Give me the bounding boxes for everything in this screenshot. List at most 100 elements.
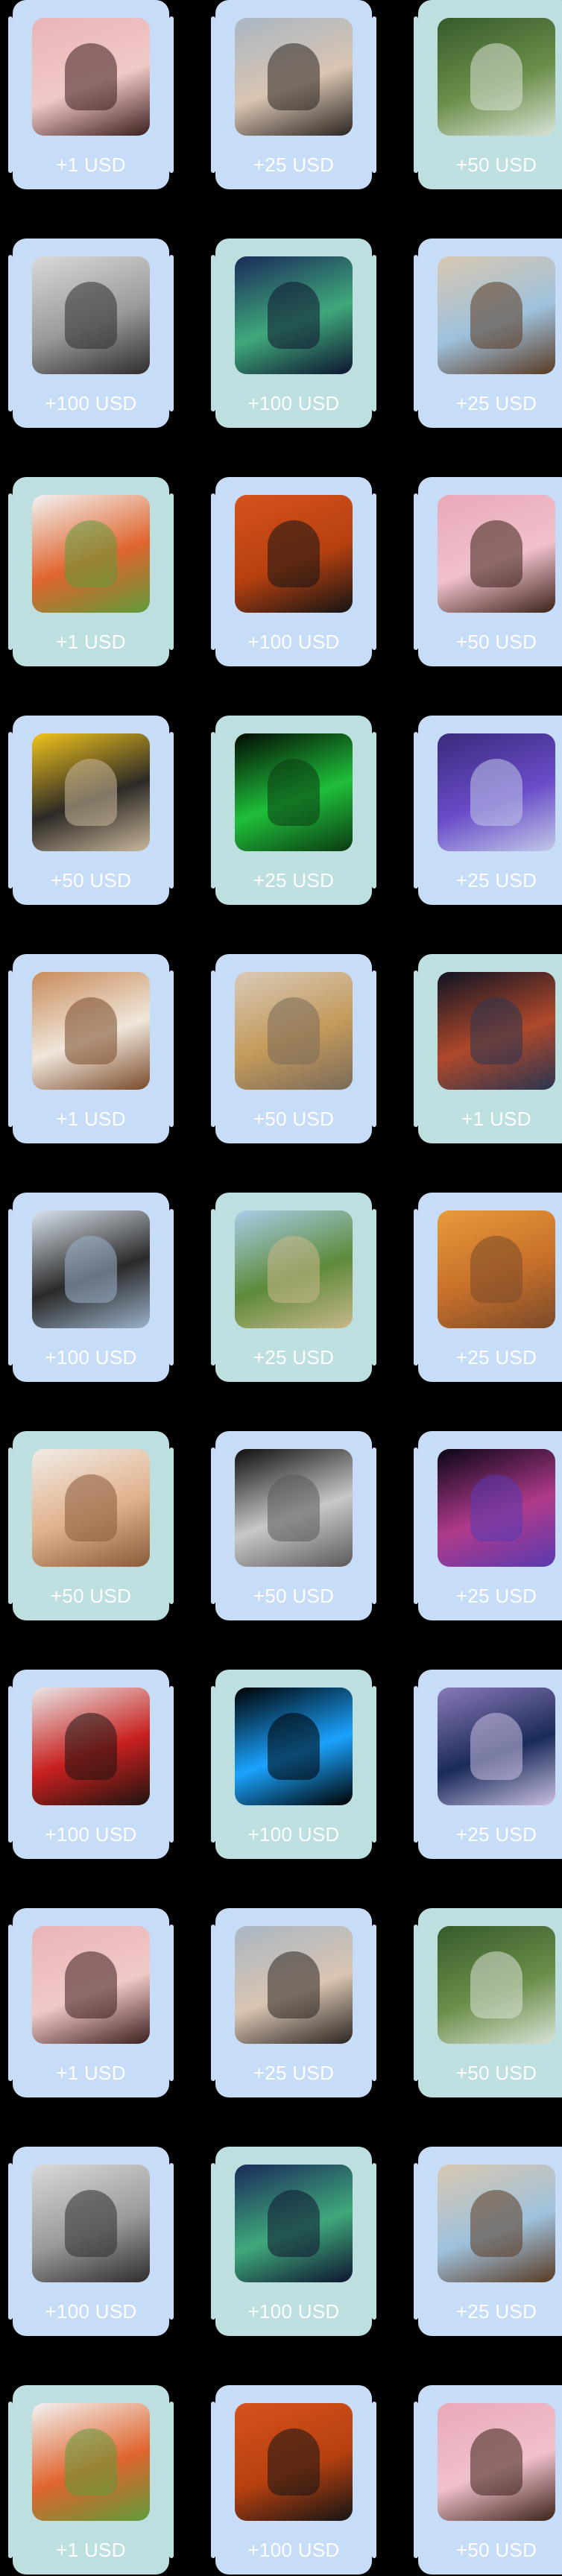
image-subject (268, 1951, 320, 2018)
vr-gamer-neon-image (438, 733, 555, 851)
reward-amount-label: +50 USD (50, 1585, 132, 1607)
reward-amount-label: +50 USD (455, 2539, 537, 2561)
reward-card[interactable]: +25 USD (414, 239, 562, 428)
reward-card[interactable]: +100 USD (211, 2147, 376, 2336)
image-subject (65, 997, 117, 1064)
reward-amount-label: +50 USD (253, 1585, 335, 1607)
image-subject (65, 520, 117, 587)
reward-card[interactable]: +25 USD (414, 2147, 562, 2336)
image-subject (65, 282, 117, 349)
reward-card[interactable]: +1 USD (8, 2385, 174, 2575)
reward-card[interactable]: +100 USD (8, 2147, 174, 2336)
reward-card[interactable]: +100 USD (211, 2385, 376, 2575)
girl-curly-hair-pink-image (438, 495, 555, 613)
man-silhouette-orange-image (235, 2403, 353, 2521)
image-subject (268, 997, 320, 1064)
salad-bowl-image (32, 2403, 150, 2521)
reward-card[interactable]: +25 USD (414, 716, 562, 905)
reward-card[interactable]: +50 USD (414, 477, 562, 666)
reward-card[interactable]: +50 USD (414, 2385, 562, 2575)
reward-card[interactable]: +50 USD (414, 1908, 562, 2097)
image-subject (470, 43, 522, 110)
reward-card[interactable]: +100 USD (8, 1193, 174, 1382)
image-subject (268, 2190, 320, 2257)
salad-bowl-image (32, 495, 150, 613)
man-bw-portrait-dark-image (235, 1449, 353, 1567)
reward-amount-label: +25 USD (455, 392, 537, 414)
image-subject (268, 2428, 320, 2496)
reward-amount-label: +25 USD (455, 1585, 537, 1607)
nebula-pink-image (438, 1449, 555, 1567)
reward-card[interactable]: +100 USD (211, 1670, 376, 1859)
reward-card[interactable]: +1 USD (8, 1908, 174, 2097)
desert-zebras-sunset-image (438, 1210, 555, 1328)
reward-amount-label: +100 USD (247, 631, 340, 653)
aurora-mountain-lake-image (235, 2165, 353, 2282)
reward-card[interactable]: +100 USD (8, 1670, 174, 1859)
image-subject (268, 520, 320, 587)
reward-card[interactable]: +25 USD (414, 1193, 562, 1382)
reward-card[interactable]: +25 USD (414, 1431, 562, 1620)
tree-savanna-image (235, 1210, 353, 1328)
girl-curly-hair-pink-image (438, 2403, 555, 2521)
matrix-code-image (235, 733, 353, 851)
image-subject (470, 2428, 522, 2496)
woman-portrait-pink-image (32, 18, 150, 136)
reward-card[interactable]: +25 USD (211, 1908, 376, 2097)
reward-card[interactable]: +100 USD (211, 239, 376, 428)
man-sitting-circle-window-image (438, 2165, 555, 2282)
reward-card[interactable]: +50 USD (211, 954, 376, 1143)
reward-card[interactable]: +25 USD (414, 1670, 562, 1859)
reward-amount-label: +50 USD (50, 869, 132, 891)
reward-card[interactable]: +1 USD (414, 954, 562, 1143)
reward-amount-label: +50 USD (253, 1108, 335, 1130)
reward-card[interactable]: +50 USD (8, 716, 174, 905)
reward-amount-label: +100 USD (45, 392, 137, 414)
reward-card[interactable]: +25 USD (211, 1193, 376, 1382)
reward-card[interactable]: +100 USD (8, 239, 174, 428)
reward-card[interactable]: +25 USD (211, 716, 376, 905)
reward-amount-label: +100 USD (247, 392, 340, 414)
image-subject (65, 759, 117, 826)
avatar-placeholder-image (235, 1688, 353, 1805)
reward-amount-label: +100 USD (247, 2300, 340, 2323)
aurora-mountain-lake-image (235, 256, 353, 374)
reward-amount-label: +25 USD (253, 154, 335, 176)
man-smiling-bw-image (32, 256, 150, 374)
reward-amount-label: +50 USD (455, 2062, 537, 2084)
woman-sunglasses-excited-image (235, 1926, 353, 2044)
planet-space-image (438, 972, 555, 1090)
reward-amount-label: +1 USD (56, 631, 126, 653)
image-subject (65, 1236, 117, 1303)
reward-amount-label: +25 USD (253, 869, 335, 891)
image-subject (470, 997, 522, 1064)
reward-amount-label: +25 USD (455, 1346, 537, 1368)
reward-card[interactable]: +50 USD (414, 0, 562, 189)
reward-card[interactable]: +50 USD (8, 1431, 174, 1620)
reward-card[interactable]: +50 USD (211, 1431, 376, 1620)
woman-sunglasses-excited-image (235, 18, 353, 136)
woman-portrait-pink-image (32, 1926, 150, 2044)
image-subject (268, 1236, 320, 1303)
waterfall-forest-image (438, 1926, 555, 2044)
reward-card[interactable]: +25 USD (211, 0, 376, 189)
image-subject (65, 1951, 117, 2018)
reward-amount-label: +100 USD (45, 1823, 137, 1846)
reward-amount-label: +1 USD (56, 154, 126, 176)
reward-card[interactable]: +100 USD (211, 477, 376, 666)
reward-card[interactable]: +1 USD (8, 0, 174, 189)
woman-blonde-portrait-image (235, 972, 353, 1090)
reward-amount-label: +25 USD (455, 2300, 537, 2323)
image-subject (470, 1474, 522, 1541)
image-subject (268, 1474, 320, 1541)
reward-amount-label: +25 USD (253, 1346, 335, 1368)
man-silhouette-orange-image (235, 495, 353, 613)
reward-card-grid: +1 USD +25 USD +50 USD +100 USD +100 USD +25 … (0, 0, 562, 2576)
reward-amount-label: +1 USD (461, 1108, 531, 1130)
reward-card[interactable]: +1 USD (8, 477, 174, 666)
image-subject (65, 1713, 117, 1780)
reward-amount-label: +50 USD (455, 631, 537, 653)
reward-card[interactable]: +1 USD (8, 954, 174, 1143)
reward-amount-label: +25 USD (455, 1823, 537, 1846)
reward-amount-label: +100 USD (247, 1823, 340, 1846)
